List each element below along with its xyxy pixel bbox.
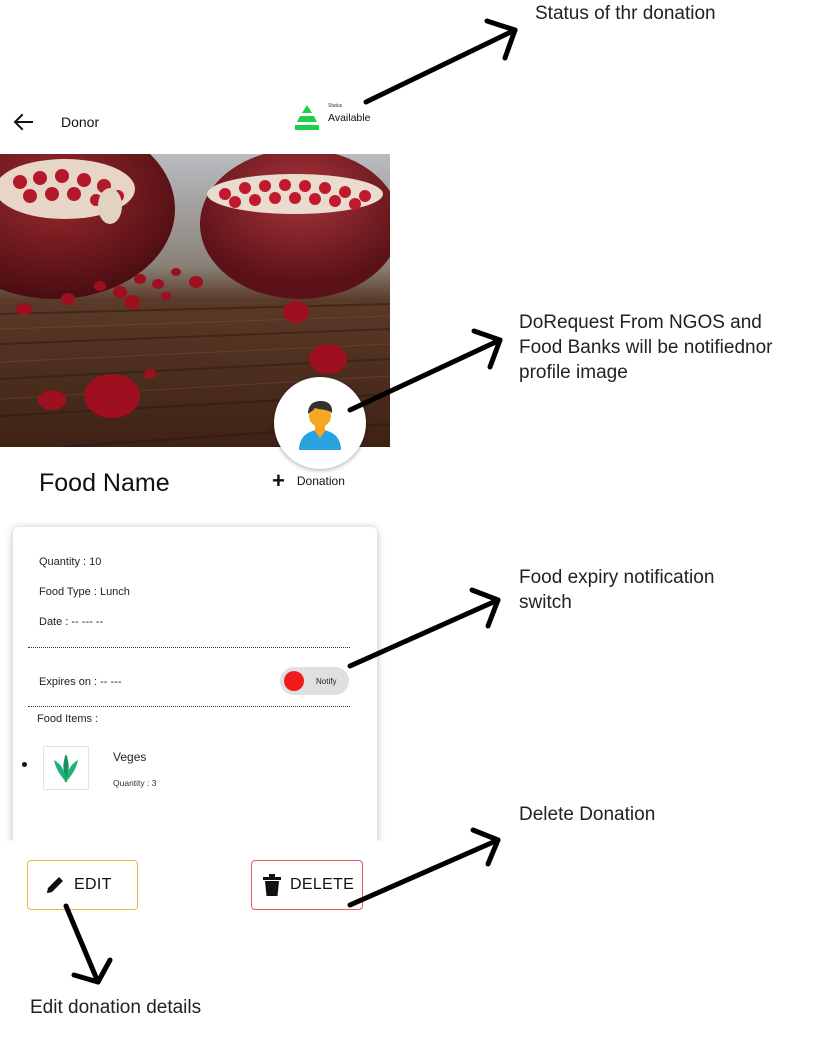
food-items-label: Food Items :: [37, 713, 99, 725]
notify-toggle[interactable]: Notify: [280, 667, 349, 695]
donation-details-card: [13, 527, 377, 887]
food-name: Food Name: [39, 469, 170, 497]
status-caption: Status: [328, 103, 343, 109]
trash-icon: [263, 874, 281, 896]
add-donation-label: Donation: [296, 474, 345, 488]
back-arrow-icon[interactable]: [10, 110, 36, 134]
annotation-edit: Edit donation details: [30, 997, 202, 1018]
food-item-name: Veges: [113, 750, 147, 764]
leaf-icon: [54, 754, 78, 782]
quantity-text: Quantity : 10: [39, 556, 102, 568]
header-title: Donor: [61, 114, 100, 130]
plus-icon: +: [272, 468, 285, 493]
expires-text: Expires on : -- ---: [39, 676, 122, 688]
user-avatar-icon: [299, 401, 341, 450]
status-value: Available: [328, 112, 371, 124]
triangle-status-icon: [295, 105, 319, 130]
list-bullet: [22, 762, 27, 767]
annotation-delete: Delete Donation: [519, 804, 656, 825]
annotation-expiry: Food expiry notification switch: [519, 567, 715, 613]
divider: [28, 647, 350, 648]
date-text: Date : -- --- --: [39, 616, 104, 628]
delete-button[interactable]: DELETE: [251, 860, 363, 910]
food-item-thumbnail: [43, 746, 89, 790]
notify-label: Notify: [316, 676, 337, 686]
edit-label: EDIT: [74, 876, 112, 893]
annotation-request: DoRequest From NGOS and Food Banks will …: [519, 312, 773, 383]
edit-button[interactable]: EDIT: [27, 860, 138, 910]
toggle-knob: [284, 671, 304, 691]
food-type-text: Food Type : Lunch: [39, 586, 130, 598]
annotation-status: Status of thr donation: [535, 3, 716, 24]
pencil-icon: [47, 877, 63, 893]
divider: [28, 706, 350, 707]
donor-avatar[interactable]: [274, 377, 366, 469]
food-item-quantity: Quantity : 3: [113, 778, 157, 788]
add-donation-button[interactable]: + Donation: [272, 468, 345, 493]
delete-label: DELETE: [290, 876, 355, 893]
